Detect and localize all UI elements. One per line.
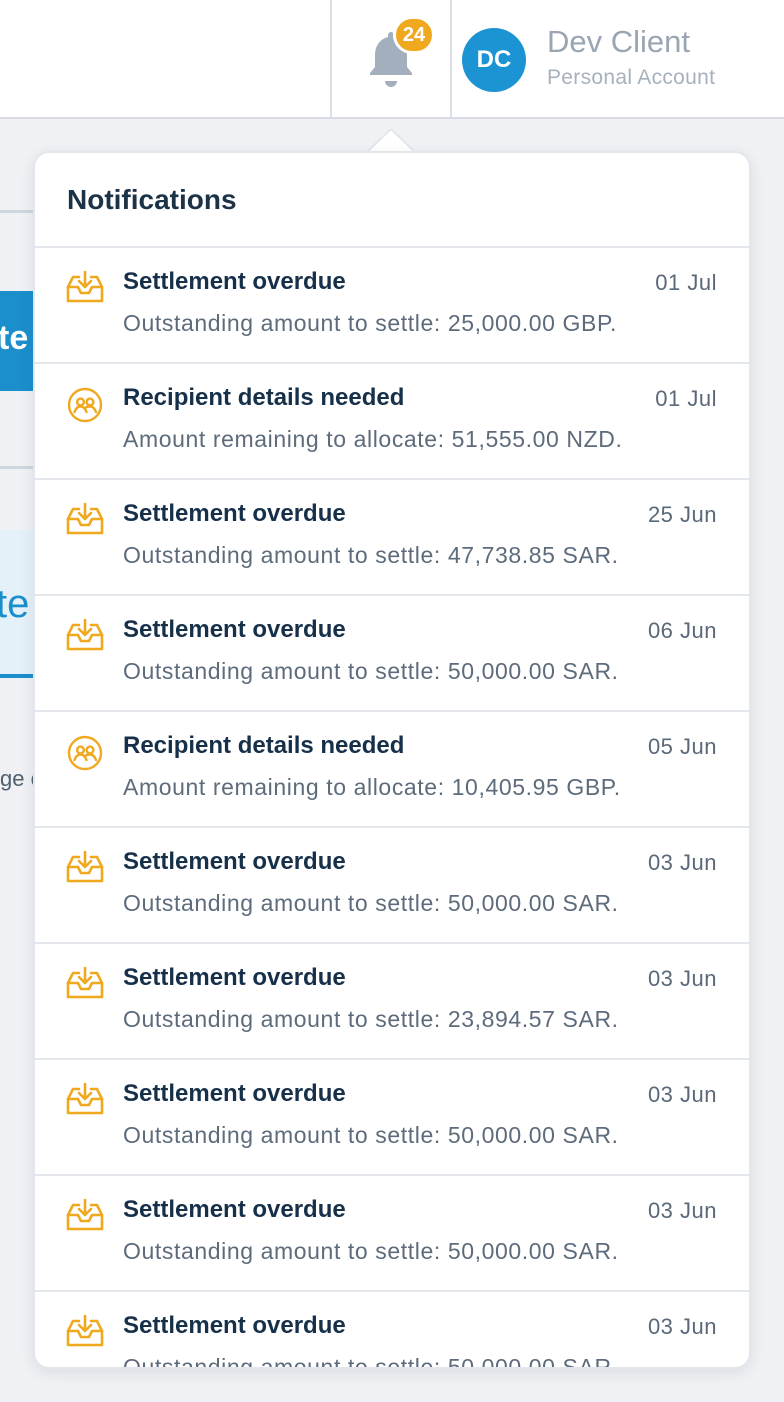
avatar[interactable]: DC — [462, 28, 526, 92]
notification-title: Settlement overdue — [123, 616, 346, 643]
background-primary-button-label: te — [0, 319, 29, 357]
notification-item[interactable]: Settlement overdue 03 Jun Outstanding amou… — [35, 1060, 749, 1176]
notifications-popover: Notifications Settlement overdue 01 Jul Ou… — [33, 151, 751, 1369]
notification-title: Settlement overdue — [123, 268, 346, 295]
notification-date: 03 Jun — [647, 1082, 717, 1107]
popover-header: Notifications — [35, 153, 749, 248]
notification-title: Settlement overdue — [123, 1080, 346, 1107]
notification-date: 25 Jun — [647, 502, 717, 527]
notification-date: 03 Jun — [647, 1198, 717, 1223]
notification-item[interactable]: Recipient details needed 01 Jul Amount rem… — [35, 364, 749, 480]
notification-message: Outstanding amount to settle: 50,000.00 … — [123, 658, 619, 684]
notification-date: 03 Jun — [647, 850, 717, 875]
notification-count-badge: 24 — [393, 16, 435, 54]
account-type: Personal Account — [547, 66, 716, 89]
header-divider — [450, 0, 452, 117]
notification-title: Recipient details needed — [123, 732, 405, 759]
notification-message: Outstanding amount to settle: 47,738.85 … — [123, 542, 619, 568]
recipients-icon — [65, 385, 105, 425]
inbox-download-icon — [65, 1313, 105, 1353]
background-secondary-button-label: te — [0, 582, 30, 626]
header-divider — [330, 0, 332, 117]
user-name[interactable]: Dev Client — [547, 24, 690, 60]
notification-item[interactable]: Settlement overdue 03 Jun Outstanding amou… — [35, 828, 749, 944]
notification-date: 01 Jul — [655, 270, 717, 295]
notification-item[interactable]: Settlement overdue 03 Jun Outstanding amou… — [35, 1176, 749, 1292]
inbox-download-icon — [65, 269, 105, 309]
notification-title: Settlement overdue — [123, 1312, 346, 1339]
inbox-download-icon — [65, 501, 105, 541]
notification-message: Outstanding amount to settle: 23,894.57 … — [123, 1006, 619, 1032]
notification-item[interactable]: Settlement overdue 01 Jul Outstanding amou… — [35, 248, 749, 364]
notification-date: 01 Jul — [655, 386, 717, 411]
notification-item[interactable]: Settlement overdue 25 Jun Outstanding amou… — [35, 480, 749, 596]
notification-title: Settlement overdue — [123, 500, 346, 527]
notification-title: Settlement overdue — [123, 964, 346, 991]
notification-title: Settlement overdue — [123, 1196, 346, 1223]
notification-message: Outstanding amount to settle: 25,000.00 … — [123, 310, 617, 336]
notification-item[interactable]: Recipient details needed 05 Jun Amount rem… — [35, 712, 749, 828]
inbox-download-icon — [65, 1197, 105, 1237]
notification-message: Outstanding amount to settle: 50,000.00 … — [123, 1238, 619, 1264]
notification-item[interactable]: Settlement overdue 03 Jun Outstanding amou… — [35, 944, 749, 1060]
popover-caret — [366, 129, 416, 153]
popover-title: Notifications — [67, 183, 237, 215]
notification-date: 06 Jun — [647, 618, 717, 643]
notification-message: Outstanding amount to settle: 50,000.00 … — [123, 1122, 619, 1148]
notification-message: Outstanding amount to settle: 50,000.00 … — [123, 890, 619, 916]
notification-title: Recipient details needed — [123, 384, 405, 411]
notification-item[interactable]: Settlement overdue 06 Jun Outstanding amou… — [35, 596, 749, 712]
notification-date: 03 Jun — [647, 966, 717, 991]
inbox-download-icon — [65, 1081, 105, 1121]
notification-date: 03 Jun — [647, 1314, 717, 1339]
notification-list: Settlement overdue 01 Jul Outstanding amou… — [35, 248, 749, 1369]
notification-message: Outstanding amount to settle: 50,000.00 … — [123, 1354, 619, 1369]
notification-title: Settlement overdue — [123, 848, 346, 875]
inbox-download-icon — [65, 965, 105, 1005]
inbox-download-icon — [65, 617, 105, 657]
notification-message: Amount remaining to allocate: 10,405.95 … — [123, 774, 621, 800]
notification-item[interactable]: Settlement overdue 03 Jun Outstanding amou… — [35, 1292, 749, 1369]
notification-date: 05 Jun — [647, 734, 717, 759]
inbox-download-icon — [65, 849, 105, 889]
recipients-icon — [65, 733, 105, 773]
notification-message: Amount remaining to allocate: 51,555.00 … — [123, 426, 623, 452]
